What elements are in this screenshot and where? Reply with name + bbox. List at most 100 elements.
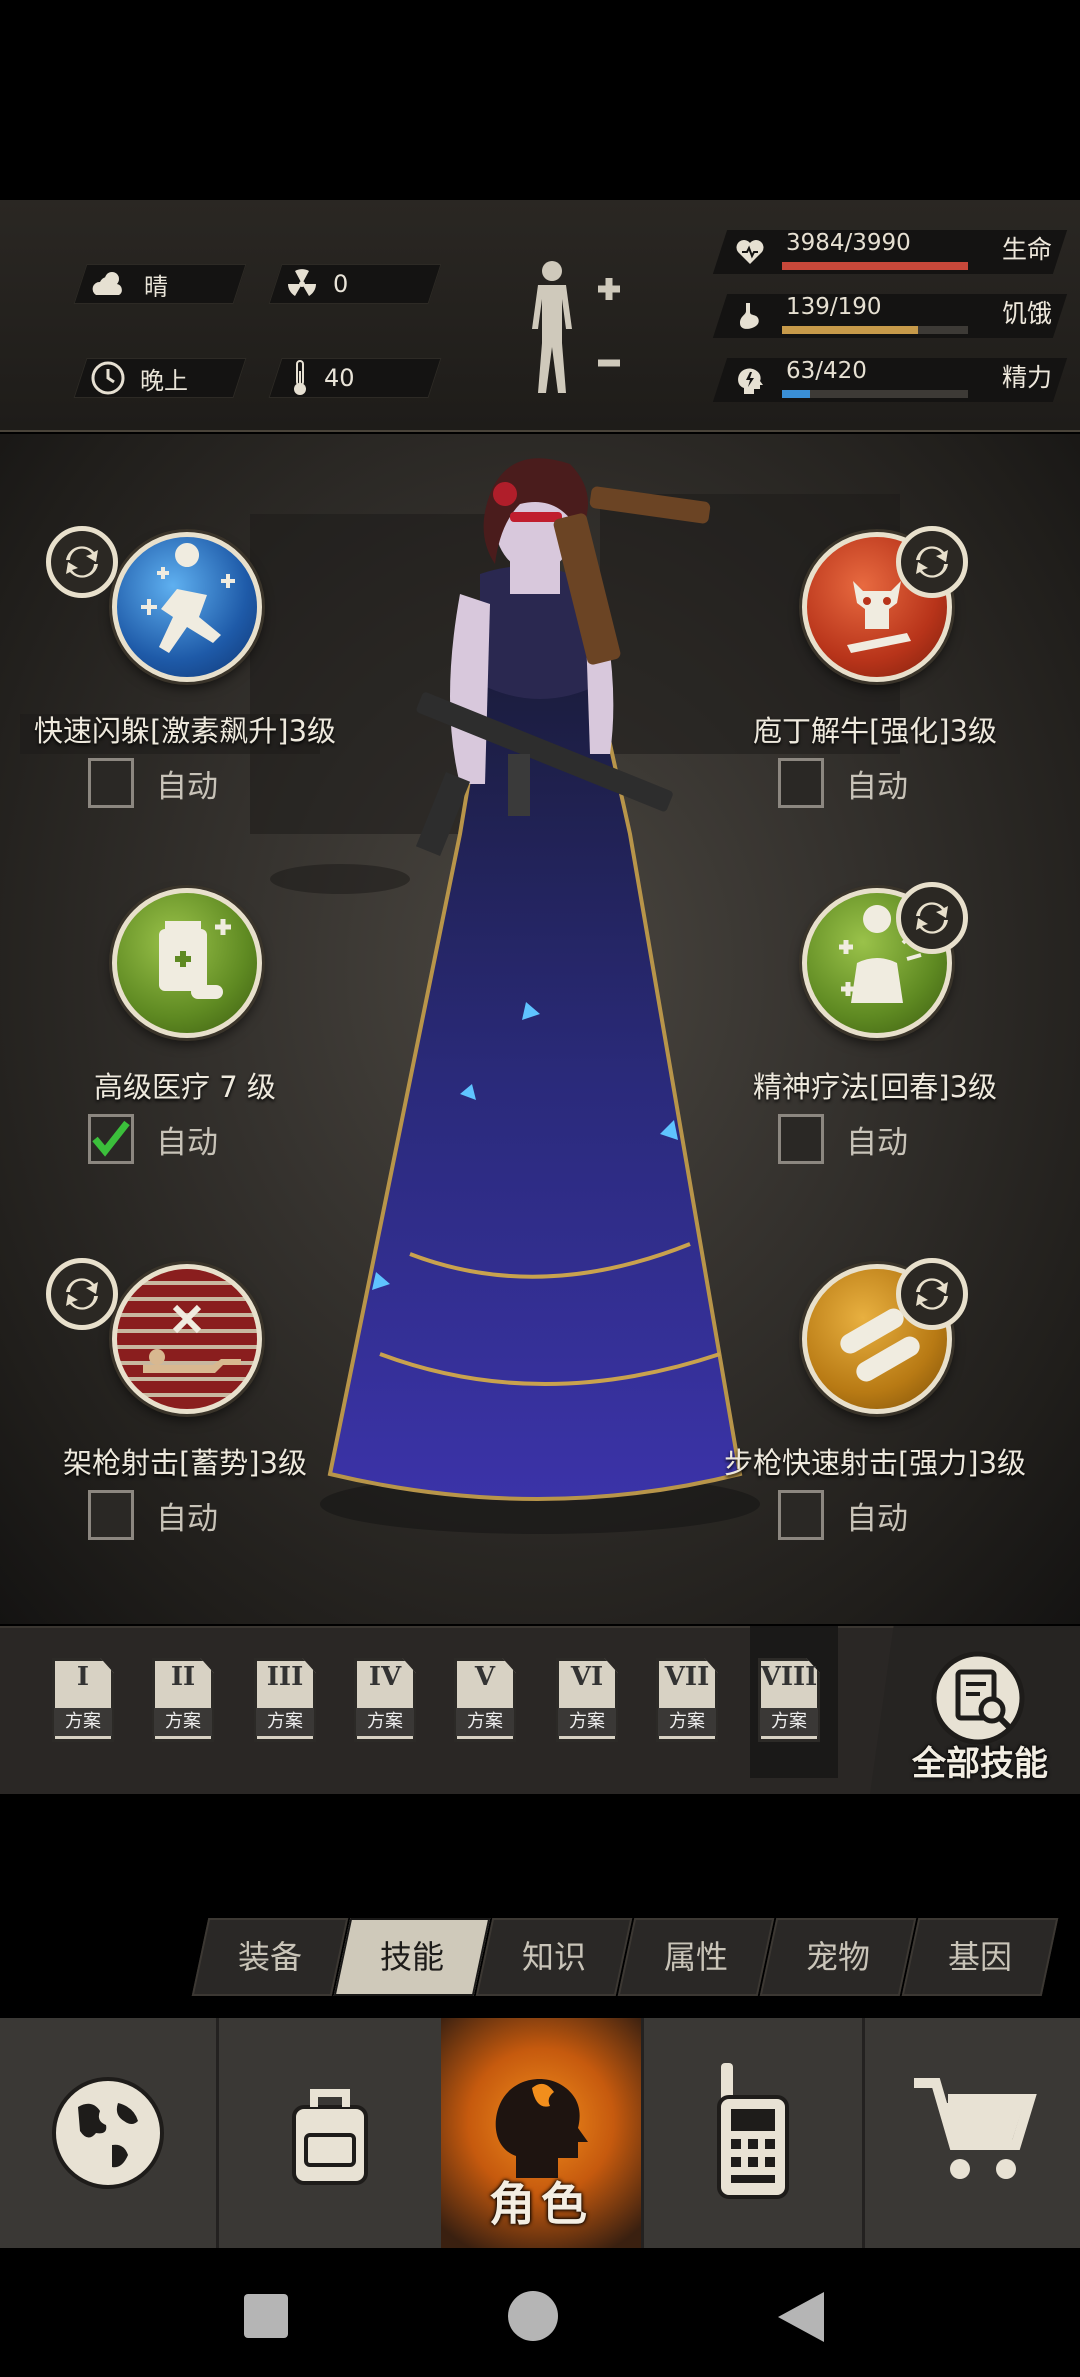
temperature-display: 40 [290,358,355,398]
plan-button-4[interactable]: IV 方案 [354,1658,416,1742]
plan-numeral: VI [570,1662,604,1692]
plan-numeral: II [170,1662,196,1692]
plan-label: 方案 [658,1708,716,1736]
skill-name: 庖丁解牛[强化]3级 [752,714,998,748]
plan-button-8[interactable]: VIII 方案 [758,1658,820,1742]
skill-name: 快速闪躲[激素飙升]3级 [33,714,337,748]
swap-icon [66,1278,98,1310]
energy-value: 63/420 [786,358,867,384]
status-header: 晴 0 晚上 40 3984/3990 生命 139/190 饥饿 63/420… [0,200,1080,432]
weather-display: 晴 [90,264,168,304]
globe-icon [52,2077,164,2189]
auto-checkbox[interactable] [778,1114,824,1164]
plan-button-2[interactable]: II 方案 [152,1658,214,1742]
auto-checkbox[interactable] [778,758,824,808]
skill-name: 架枪射击[蓄势]3级 [62,1446,308,1480]
tab-5[interactable]: 基因 [910,1918,1050,1996]
swap-icon [66,546,98,578]
plan-label: 方案 [558,1708,616,1736]
recent-apps-button[interactable] [244,2294,288,2338]
skill-slot-mounted-shot[interactable]: 架枪射击[蓄势]3级 自动 [20,1258,350,1554]
skill-name: 精神疗法[回春]3级 [752,1070,998,1104]
back-button[interactable] [776,2290,826,2344]
body-status-button[interactable] [520,255,630,405]
checkmark-icon [92,1120,130,1157]
weather-value: 晴 [144,272,168,301]
all-skills-button[interactable]: 全部技能 [880,1640,1080,1790]
plan-label: 方案 [356,1708,414,1736]
skill-name: 高级医疗 7 级 [94,1070,276,1104]
swap-icon [916,902,948,934]
plan-label: 方案 [456,1708,514,1736]
auto-toggle[interactable]: 自动 [778,1114,908,1164]
auto-toggle[interactable]: 自动 [88,1490,218,1540]
human-body-icon [532,261,620,393]
tab-1[interactable]: 技能 [342,1918,482,1996]
auto-toggle[interactable]: 自动 [778,1490,908,1540]
skill-slot-psychotherapy[interactable]: 精神疗法[回春]3级 自动 [710,882,1040,1178]
medical-skill-icon [112,888,262,1038]
auto-checkbox[interactable] [88,758,134,808]
auto-toggle[interactable]: 自动 [88,1114,218,1164]
character-tabs: 装备 技能 知识 属性 宠物 基因 [191,1918,1070,1998]
plan-numeral: VIII [760,1662,818,1692]
thermometer-icon [294,360,306,395]
skill-slot-rifle-rapid-fire[interactable]: 步枪快速射击[强力]3级 自动 [710,1258,1040,1554]
tab-4[interactable]: 宠物 [768,1918,908,1996]
plan-button-6[interactable]: VI 方案 [556,1658,618,1742]
character-icon [495,2079,588,2178]
auto-checkbox[interactable] [88,1490,134,1540]
swap-skill-button[interactable] [46,1258,118,1330]
plan-label: 方案 [154,1708,212,1736]
swap-skill-button[interactable] [46,526,118,598]
swap-skill-button[interactable] [896,882,968,954]
health-stat: 3984/3990 生命 [712,230,1068,274]
nav-world-map[interactable] [0,2018,216,2248]
swap-skill-button[interactable] [896,526,968,598]
skill-slot-butcher[interactable]: 庖丁解牛[强化]3级 自动 [710,526,1040,822]
auto-toggle[interactable]: 自动 [88,758,218,808]
plan-button-3[interactable]: III 方案 [254,1658,316,1742]
cart-icon [913,2078,1037,2179]
auto-label: 自动 [846,1500,908,1537]
skill-name: 步枪快速射击[强力]3级 [723,1446,1027,1480]
plan-button-1[interactable]: I 方案 [52,1658,114,1742]
nav-inventory[interactable] [219,2018,441,2248]
auto-toggle[interactable]: 自动 [778,758,908,808]
energy-bar [782,390,968,398]
nav-shop[interactable] [865,2018,1080,2248]
radiation-value: 0 [333,270,349,298]
auto-checkbox[interactable] [88,1114,134,1164]
hunger-label: 饥饿 [1001,299,1052,328]
nav-character[interactable]: 角色 [441,2018,641,2248]
skill-book-search-icon [931,1651,1025,1745]
hunger-stat: 139/190 饥饿 [712,294,1068,338]
tab-3[interactable]: 属性 [626,1918,766,1996]
tab-0[interactable]: 装备 [200,1918,340,1996]
plan-button-5[interactable]: V 方案 [454,1658,516,1742]
tab-2[interactable]: 知识 [484,1918,624,1996]
nav-radio[interactable] [644,2018,862,2248]
plan-button-7[interactable]: VII 方案 [656,1658,718,1742]
all-skills-label: 全部技能 [912,1744,1048,1784]
auto-label: 自动 [846,768,908,805]
hunger-value: 139/190 [786,294,882,320]
home-button[interactable] [508,2291,558,2341]
skill-slot-advanced-medical[interactable]: 高级医疗 7 级 自动 [20,888,350,1178]
swap-skill-button[interactable] [896,1258,968,1330]
dodge-skill-icon [112,532,262,682]
auto-checkbox[interactable] [778,1490,824,1540]
plan-label: 方案 [256,1708,314,1736]
plan-label: 方案 [54,1708,112,1736]
nav-character-label: 角色 [489,2177,593,2231]
backpack-icon [292,2089,368,2185]
health-label: 生命 [1001,235,1052,264]
character-scene: 快速闪躲[激素飙升]3级 自动 庖丁解牛[强化]3级 自动 高级医疗 7 级 自… [0,434,1080,1624]
radiation-display: 0 [285,264,348,304]
system-nav-bar [0,2248,1080,2377]
hunger-bar [782,326,968,334]
auto-label: 自动 [156,768,218,805]
skill-slot-quick-dodge[interactable]: 快速闪躲[激素飙升]3级 自动 [20,526,350,822]
mounted-shot-skill-icon [112,1264,262,1414]
swap-icon [916,1278,948,1310]
